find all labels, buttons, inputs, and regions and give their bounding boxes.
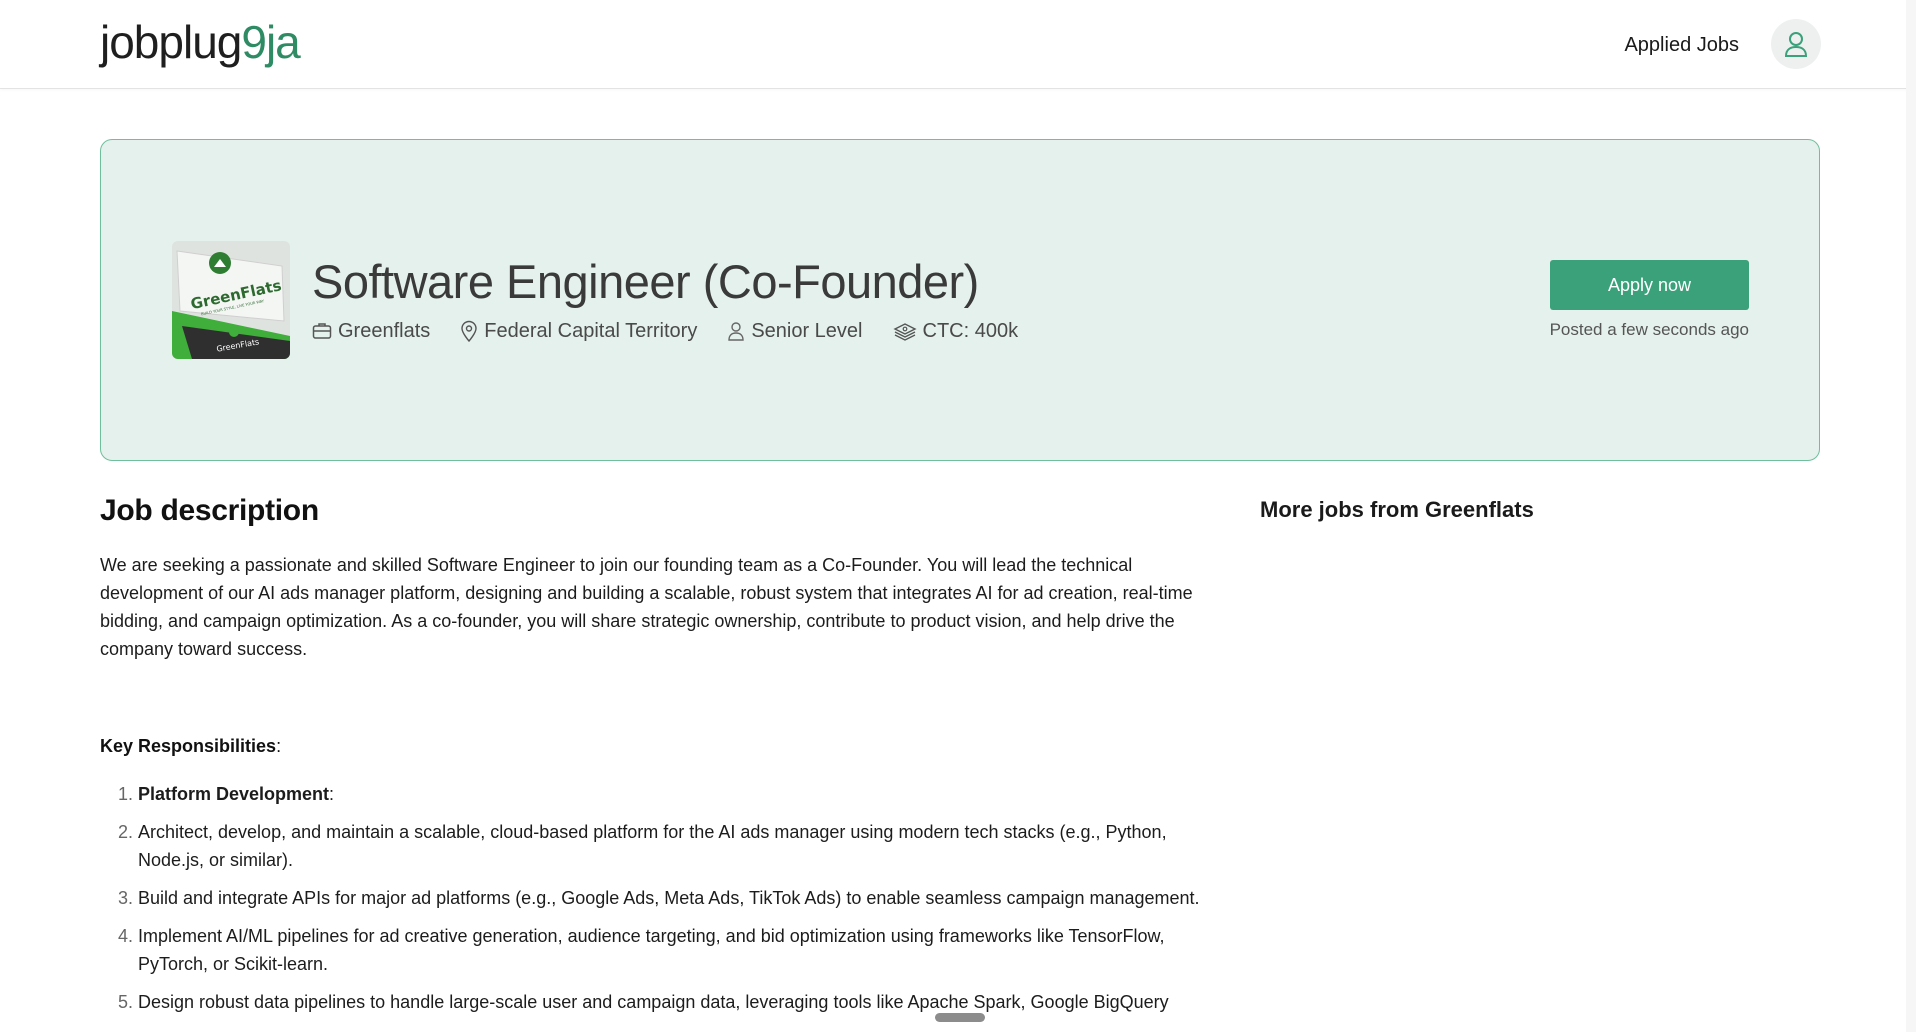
page-scrollbar[interactable] bbox=[1906, 0, 1916, 1032]
list-item-text: Build and integrate APIs for major ad pl… bbox=[138, 888, 1200, 908]
company-logo: GreenFlats BUILD YOUR STYLE, LIVE YOUR W… bbox=[172, 241, 290, 359]
job-level: Senior Level bbox=[751, 320, 863, 342]
key-responsibilities-colon: : bbox=[276, 736, 282, 756]
user-icon bbox=[1784, 32, 1808, 57]
apply-now-button[interactable]: Apply now bbox=[1550, 260, 1749, 310]
job-description-section: Job description We are seeking a passion… bbox=[100, 490, 1212, 1026]
briefcase-icon bbox=[312, 323, 332, 339]
list-item-text: Architect, develop, and maintain a scala… bbox=[138, 822, 1167, 870]
site-logo[interactable]: jobplug9ja bbox=[100, 14, 301, 70]
meta-level: Senior Level bbox=[727, 317, 863, 345]
more-jobs-title: More jobs from Greenflats bbox=[1260, 497, 1534, 522]
job-location: Federal Capital Territory bbox=[484, 320, 698, 342]
responsibilities-list: Platform Development: Architect, develop… bbox=[100, 780, 1212, 1016]
list-item: Implement AI/ML pipelines for ad creativ… bbox=[138, 922, 1212, 978]
greenflats-logo-image: GreenFlats BUILD YOUR STYLE, LIVE YOUR W… bbox=[172, 241, 290, 359]
list-item: Platform Development: bbox=[138, 780, 1212, 808]
job-ctc: CTC: 400k bbox=[922, 320, 1019, 342]
job-description-heading: Job description bbox=[100, 494, 319, 527]
job-header-card: GreenFlats BUILD YOUR STYLE, LIVE YOUR W… bbox=[100, 139, 1820, 461]
top-navbar: jobplug9ja Applied Jobs bbox=[0, 0, 1916, 89]
location-pin-icon bbox=[461, 320, 477, 342]
posted-time: Posted a few seconds ago bbox=[1549, 320, 1749, 339]
money-stack-icon bbox=[892, 323, 917, 341]
list-item-bold: Platform Development bbox=[138, 784, 330, 804]
list-item-text: Design robust data pipelines to handle l… bbox=[138, 992, 1169, 1012]
key-responsibilities-title: Key Responsibilities bbox=[100, 736, 277, 756]
meta-location: Federal Capital Territory bbox=[460, 317, 697, 345]
key-responsibilities-label: Key Responsibilities: bbox=[100, 732, 1212, 760]
logo-main: jobplug bbox=[100, 16, 242, 68]
list-item-text: : bbox=[329, 784, 335, 804]
logo-accent: 9ja bbox=[241, 16, 300, 68]
list-item-text: Implement AI/ML pipelines for ad creativ… bbox=[138, 926, 1165, 974]
list-item: Build and integrate APIs for major ad pl… bbox=[138, 884, 1212, 912]
list-item: Architect, develop, and maintain a scala… bbox=[138, 818, 1212, 874]
job-description-intro: We are seeking a passionate and skilled … bbox=[100, 555, 1193, 659]
job-meta: Greenflats Federal Capital Territory Sen… bbox=[312, 317, 1018, 345]
profile-avatar-button[interactable] bbox=[1771, 19, 1821, 69]
meta-ctc: CTC: 400k bbox=[892, 317, 1019, 345]
meta-company: Greenflats bbox=[312, 317, 430, 345]
applied-jobs-link[interactable]: Applied Jobs bbox=[1624, 30, 1739, 60]
list-item: Design robust data pipelines to handle l… bbox=[138, 988, 1212, 1016]
company-name: Greenflats bbox=[338, 320, 431, 342]
person-icon bbox=[728, 322, 745, 341]
scroll-handle[interactable] bbox=[935, 1013, 985, 1022]
job-title: Software Engineer (Co-Founder) bbox=[312, 255, 979, 308]
